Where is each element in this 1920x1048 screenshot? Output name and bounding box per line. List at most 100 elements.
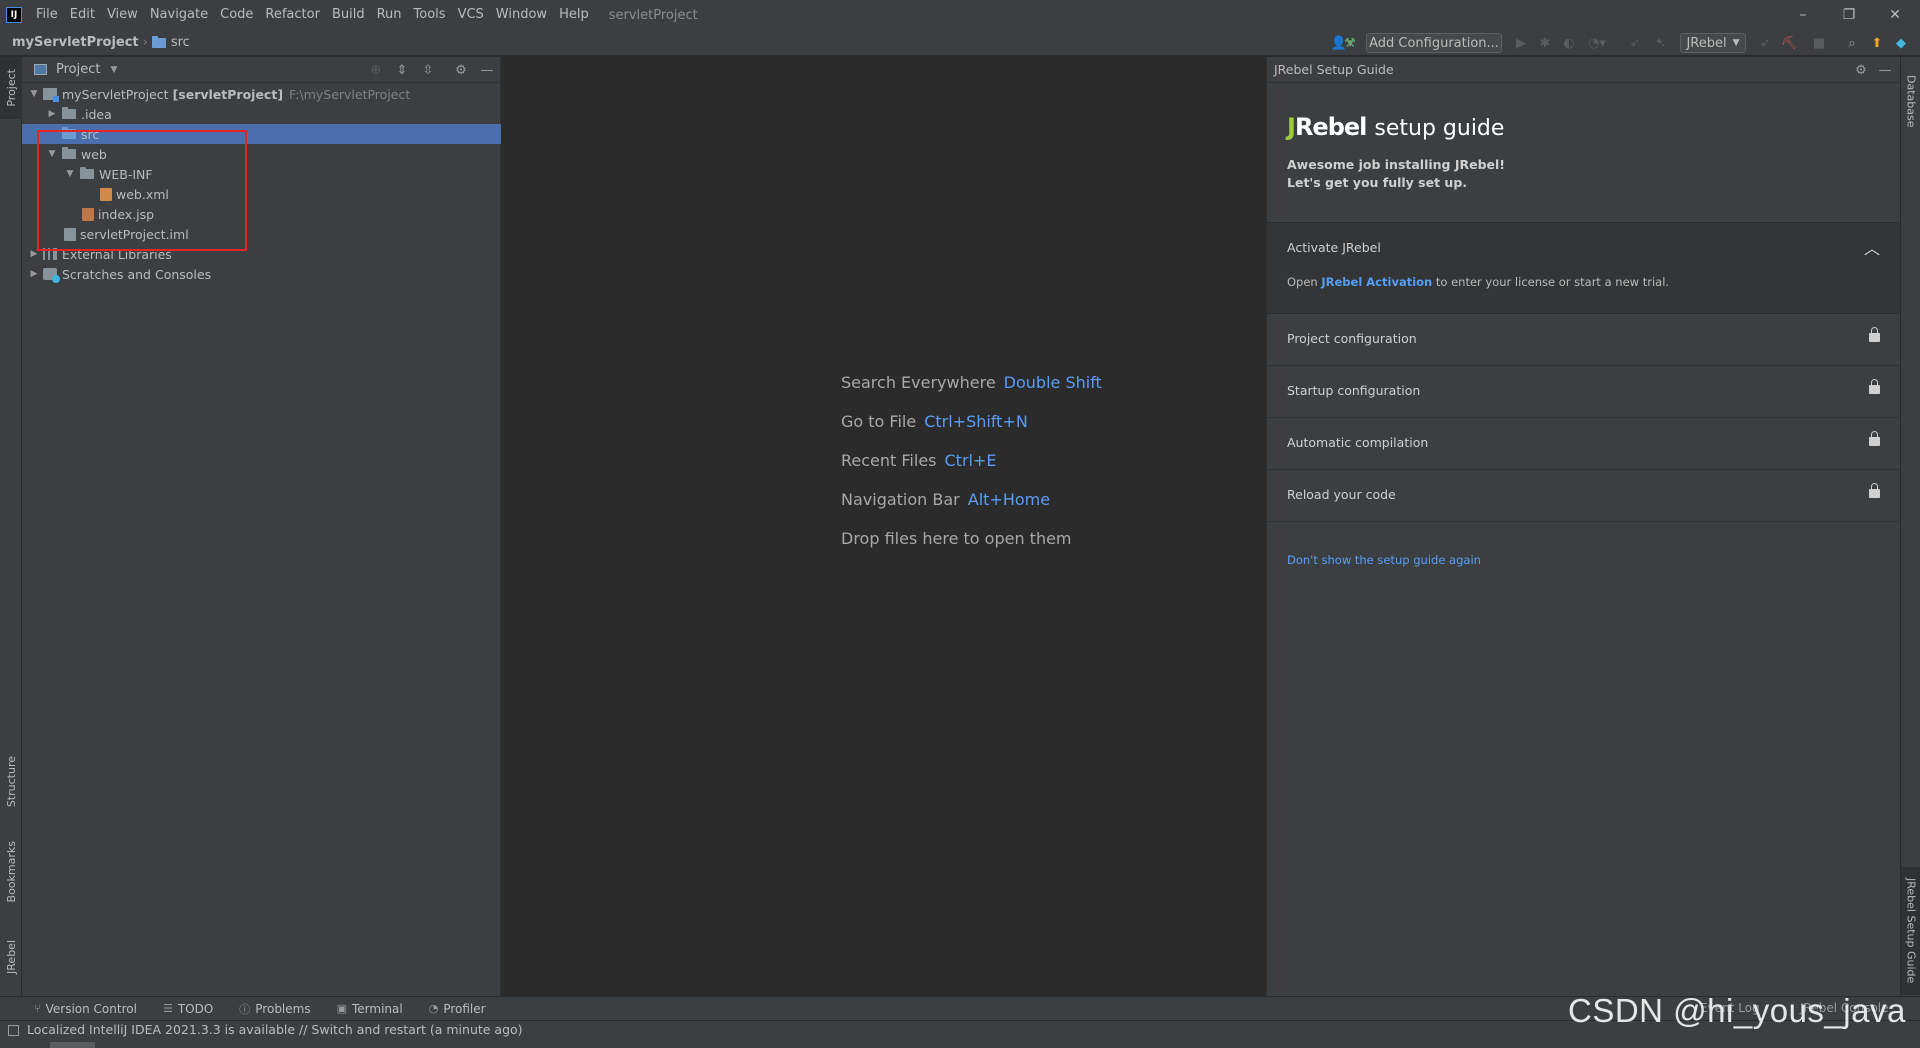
hint-drop-files: Drop files here to open them <box>841 529 1072 548</box>
rebuild-icon[interactable]: ⛏ <box>1780 33 1798 53</box>
jrebel-panel-header: JRebel Setup Guide ⚙ — <box>1267 57 1900 83</box>
debug-icon[interactable]: ✱ <box>1536 33 1554 53</box>
tool-profiler[interactable]: ◔ Profiler <box>429 1002 486 1016</box>
tool-problems[interactable]: ⓘ Problems <box>239 1001 310 1017</box>
section-automatic-compilation[interactable]: Automatic compilation <box>1267 418 1900 470</box>
section-startup-configuration[interactable]: Startup configuration <box>1267 366 1900 418</box>
tree-root[interactable]: ▼ myServletProject [servletProject] F:\m… <box>22 84 501 104</box>
build-hammer-icon[interactable]: ⚒ <box>1338 33 1362 53</box>
hide-panel-icon[interactable]: — <box>478 61 496 79</box>
status-toggle-icon[interactable] <box>8 1025 19 1036</box>
profiler-icon: ◔ <box>428 1002 439 1015</box>
branch-icon: ⑂ <box>34 1002 41 1015</box>
lock-icon <box>1869 483 1880 498</box>
menu-navigate[interactable]: Navigate <box>144 0 214 30</box>
jrebel-debug-icon[interactable]: ➷ <box>1652 33 1670 53</box>
menu-window[interactable]: Window <box>490 0 553 30</box>
tab-project[interactable]: Project <box>0 57 22 119</box>
hint-go-to-file: Go to File Ctrl+Shift+N <box>841 412 1028 431</box>
tree-label: .idea <box>81 106 112 122</box>
highlight-box <box>37 130 247 251</box>
jrebel-update-icon[interactable]: ➶ <box>1756 33 1774 53</box>
breadcrumb-project[interactable]: myServletProject <box>12 35 139 50</box>
hint-label: Drop files here to open them <box>841 529 1072 548</box>
root-path: F:\myServletProject <box>289 86 411 102</box>
scratches-icon <box>43 268 60 283</box>
section-label: Reload your code <box>1287 487 1396 502</box>
left-tool-stripe: Project Structure Bookmarks JRebel <box>0 57 22 996</box>
menu-tools[interactable]: Tools <box>408 0 452 30</box>
tab-jrebel[interactable]: JRebel <box>0 927 22 987</box>
menu-file[interactable]: File <box>30 0 64 30</box>
gear-icon[interactable]: ⚙ <box>452 61 470 79</box>
tree-item-scratches[interactable]: ▶ Scratches and Consoles <box>22 264 501 284</box>
menu-run[interactable]: Run <box>371 0 408 30</box>
minimize-button[interactable]: – <box>1780 0 1826 30</box>
jrebel-activation-link[interactable]: JRebel Activation <box>1321 275 1432 289</box>
restore-button[interactable]: ❐ <box>1826 0 1872 30</box>
info-icon: ⓘ <box>239 1002 251 1016</box>
project-view-selector[interactable]: Project <box>56 62 100 77</box>
intellij-logo-icon[interactable]: IJ <box>6 7 22 23</box>
jrebel-logo: JRebel setup guide <box>1287 113 1504 141</box>
chevron-up-icon[interactable]: ︿ <box>1864 235 1880 259</box>
activate-jrebel-section: Activate JRebel ︿ Open JRebel Activation… <box>1267 222 1900 314</box>
tool-todo[interactable]: ☰ TODO <box>163 1002 213 1016</box>
hide-panel-icon[interactable]: — <box>1876 61 1894 79</box>
chevron-down-icon[interactable]: ▼ <box>110 65 117 75</box>
dont-show-again-link[interactable]: Don't show the setup guide again <box>1287 553 1481 567</box>
tab-bookmarks[interactable]: Bookmarks <box>0 832 22 912</box>
tool-terminal[interactable]: ▣ Terminal <box>337 1002 403 1016</box>
jrebel-intro-line-2: Let's get you fully set up. <box>1287 175 1468 190</box>
section-reload-your-code[interactable]: Reload your code <box>1267 470 1900 522</box>
gear-icon[interactable]: ⚙ <box>1852 61 1870 79</box>
tab-jrebel-setup-guide[interactable]: JRebel Setup Guide <box>1901 867 1920 995</box>
breadcrumb-src[interactable]: src <box>171 35 190 50</box>
csdn-watermark: CSDN @hi_yous_java <box>1568 992 1906 1029</box>
menu-code[interactable]: Code <box>214 0 259 30</box>
tool-version-control[interactable]: ⑂ Version Control <box>34 1002 137 1016</box>
menu-build[interactable]: Build <box>326 0 371 30</box>
breadcrumb-separator-icon: › <box>142 35 148 50</box>
add-configuration-button[interactable]: Add Configuration... <box>1366 33 1502 53</box>
jetbrains-logo-icon[interactable]: ◆ <box>1892 33 1910 53</box>
profile-icon[interactable]: ◔▾ <box>1584 33 1610 53</box>
menu-vcs[interactable]: VCS <box>452 0 490 30</box>
expand-all-icon[interactable]: ⇕ <box>393 61 411 79</box>
hint-shortcut: Alt+Home <box>967 490 1051 509</box>
search-icon[interactable]: ⌕ <box>1842 33 1862 53</box>
coverage-icon[interactable]: ◐ <box>1560 33 1578 53</box>
project-panel-header: Project ▼ ⊕ ⇕ ⇳ ⚙ — <box>22 57 500 83</box>
status-message[interactable]: Localized IntelliJ IDEA 2021.3.3 is avai… <box>27 1022 523 1037</box>
menu-help[interactable]: Help <box>553 0 595 30</box>
menu-refactor[interactable]: Refactor <box>259 0 326 30</box>
chevron-right-icon[interactable]: ▶ <box>28 269 40 279</box>
close-button[interactable]: ✕ <box>1872 0 1918 30</box>
run-icon[interactable]: ▶ <box>1512 33 1530 53</box>
tree-item-idea[interactable]: ▶ .idea <box>22 104 501 124</box>
chevron-right-icon[interactable]: ▶ <box>46 109 58 119</box>
hint-label: Search Everywhere <box>841 373 996 392</box>
hint-shortcut: Ctrl+Shift+N <box>924 412 1028 431</box>
activate-jrebel-title[interactable]: Activate JRebel <box>1287 240 1381 255</box>
section-project-configuration[interactable]: Project configuration <box>1267 314 1900 366</box>
section-label: Startup configuration <box>1287 383 1421 398</box>
status-progress-bar <box>50 1042 95 1048</box>
locate-icon[interactable]: ⊕ <box>367 61 385 79</box>
root-module: [servletProject] <box>172 86 284 102</box>
tab-structure[interactable]: Structure <box>0 747 22 817</box>
updates-icon[interactable]: ⬆ <box>1868 33 1886 53</box>
editor-area[interactable]: Search Everywhere Double Shift Go to File… <box>502 57 1266 996</box>
jrebel-select[interactable]: JRebel ▼ <box>1680 33 1746 53</box>
collapse-all-icon[interactable]: ⇳ <box>419 61 437 79</box>
menu-edit[interactable]: Edit <box>64 0 101 30</box>
stop-icon[interactable]: ■ <box>1810 33 1828 53</box>
chevron-down-icon[interactable]: ▼ <box>28 89 40 99</box>
folder-icon <box>62 107 76 119</box>
activate-jrebel-description: Open JRebel Activation to enter your lic… <box>1287 275 1670 289</box>
hint-navigation-bar: Navigation Bar Alt+Home <box>841 490 1050 509</box>
jrebel-run-icon[interactable]: ➶ <box>1626 33 1644 53</box>
tab-database[interactable]: Database <box>1901 61 1920 141</box>
tree-label: Scratches and Consoles <box>62 266 212 282</box>
menu-view[interactable]: View <box>101 0 144 30</box>
